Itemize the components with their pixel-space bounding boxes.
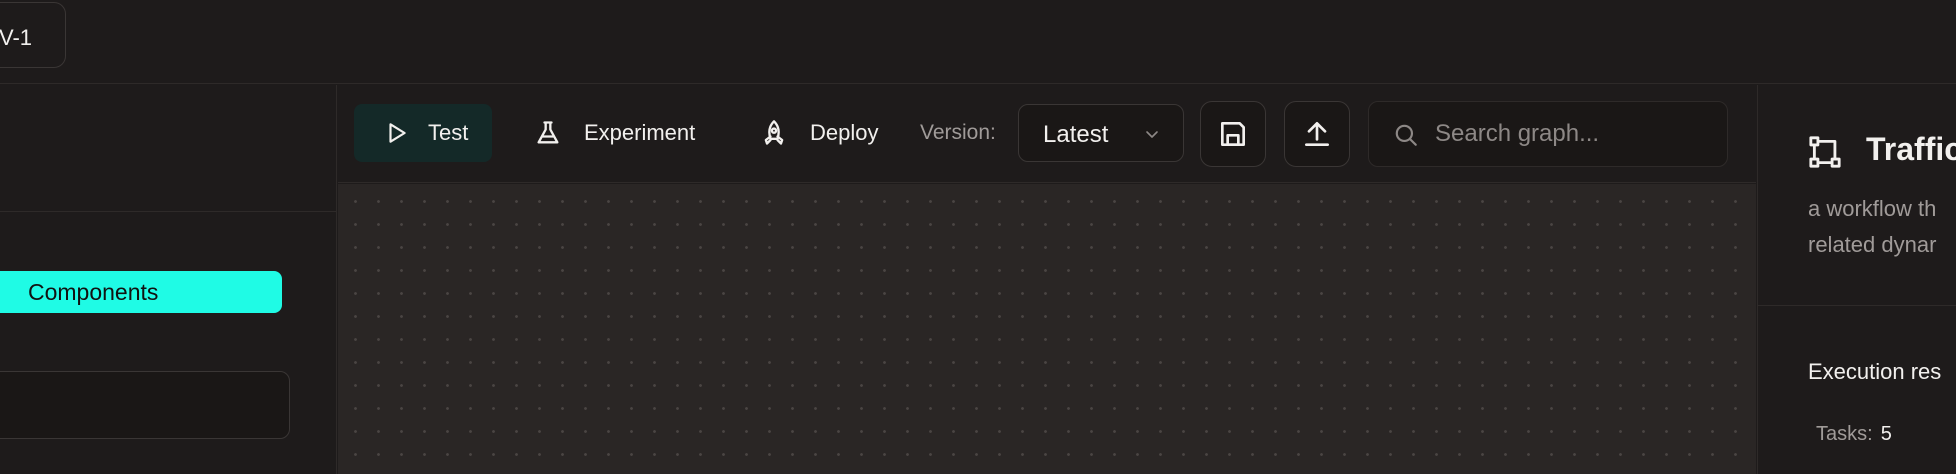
play-icon: [389, 123, 406, 143]
save-button[interactable]: [1200, 101, 1266, 167]
left-panel-divider: [0, 211, 337, 212]
left-panel: Components: [0, 85, 337, 474]
experiment-button[interactable]: Experiment: [534, 104, 695, 162]
workflow-title: Traffic: [1866, 131, 1956, 167]
version-select[interactable]: Latest: [1018, 104, 1184, 162]
right-panel: Traffic a workflow th related dynar Exec…: [1757, 85, 1956, 474]
search-graph-field[interactable]: [1368, 101, 1728, 167]
save-icon: [1221, 122, 1245, 146]
upload-icon: [1305, 122, 1329, 146]
top-bar: V-1: [0, 0, 1956, 84]
tasks-count: Tasks: 5: [1816, 423, 1892, 446]
deploy-button[interactable]: Deploy: [760, 104, 878, 162]
project-tab-label: V-1: [0, 25, 33, 50]
version-label: Version:: [920, 121, 996, 144]
project-tab[interactable]: V-1: [0, 2, 66, 68]
tasks-label: Tasks:: [1816, 423, 1873, 445]
upload-button[interactable]: [1284, 101, 1350, 167]
deploy-label: Deploy: [810, 120, 879, 145]
execution-results-title: Execution res: [1808, 359, 1942, 384]
left-panel-input[interactable]: [0, 371, 290, 439]
description-line-1: a workflow th: [1808, 196, 1937, 221]
search-icon: [1395, 124, 1417, 146]
flask-icon: [537, 121, 559, 144]
test-button[interactable]: Test: [354, 104, 492, 162]
search-graph-input[interactable]: [1435, 114, 1715, 154]
test-label: Test: [428, 120, 469, 145]
workflow-icon: [1809, 136, 1841, 168]
tasks-value: 5: [1880, 423, 1892, 445]
chevron-down-icon: [1146, 131, 1158, 138]
workflow-description: a workflow th related dynar: [1808, 191, 1936, 263]
version-value: Latest: [1043, 121, 1109, 148]
rocket-icon: [764, 120, 784, 145]
right-panel-divider: [1758, 305, 1956, 306]
components-button[interactable]: Components: [0, 271, 282, 313]
graph-canvas[interactable]: [338, 184, 1756, 474]
experiment-label: Experiment: [584, 120, 696, 145]
graph-toolbar: Test Experiment Deploy Version: Latest: [338, 85, 1756, 183]
description-line-2: related dynar: [1808, 232, 1937, 257]
